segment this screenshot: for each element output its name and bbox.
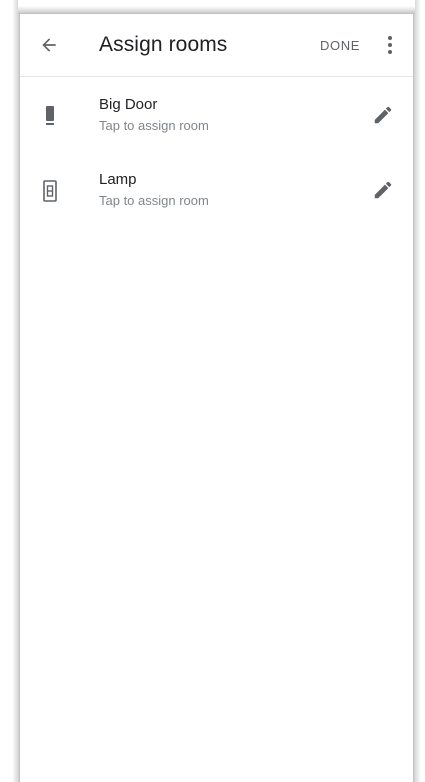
app-bar: Assign rooms DONE xyxy=(20,14,413,77)
edit-pencil-icon xyxy=(374,106,392,124)
edit-button[interactable] xyxy=(369,176,397,204)
back-button[interactable] xyxy=(34,30,64,60)
more-options-button[interactable] xyxy=(380,32,400,58)
device-frame-top xyxy=(18,0,415,14)
device-frame-right xyxy=(413,0,425,782)
door-sensor-icon xyxy=(40,102,60,130)
screen: Assign rooms DONE Big Door Tap to assign… xyxy=(0,0,425,782)
device-name: Lamp xyxy=(99,171,137,188)
device-name: Big Door xyxy=(99,96,158,113)
arrow-back-icon xyxy=(42,38,56,52)
device-row-lamp[interactable]: Lamp Tap to assign room xyxy=(20,152,413,227)
device-row-big-door[interactable]: Big Door Tap to assign room xyxy=(20,77,413,152)
done-button[interactable]: DONE xyxy=(320,38,360,53)
device-frame-left xyxy=(0,0,20,782)
device-list: Big Door Tap to assign room Lamp Tap to … xyxy=(20,77,413,227)
device-subtitle: Tap to assign room xyxy=(99,118,209,133)
page-title: Assign rooms xyxy=(99,33,228,56)
edit-pencil-icon xyxy=(374,181,392,199)
device-subtitle: Tap to assign room xyxy=(99,193,209,208)
switch-icon xyxy=(40,177,60,205)
edit-button[interactable] xyxy=(369,101,397,129)
assign-rooms-page: Assign rooms DONE Big Door Tap to assign… xyxy=(20,14,413,782)
more-vert-icon xyxy=(388,36,392,54)
